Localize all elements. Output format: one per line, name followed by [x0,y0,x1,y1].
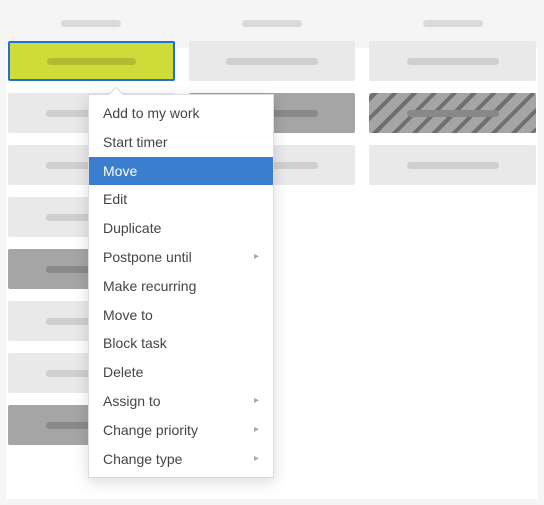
menu-item[interactable]: Change type ▸ [89,445,273,474]
task-card[interactable] [189,41,356,81]
placeholder-bar [423,20,483,27]
task-card[interactable] [369,41,536,81]
placeholder-bar [407,110,499,117]
chevron-right-icon: ▸ [254,453,259,465]
menu-item-label: Assign to [103,393,161,410]
menu-item-label: Move to [103,307,153,324]
placeholder-bar [47,58,136,65]
menu-item[interactable]: Edit [89,185,273,214]
menu-item-label: Add to my work [103,105,199,122]
menu-item-label: Make recurring [103,278,196,295]
menu-item-label: Duplicate [103,220,161,237]
task-card[interactable] [369,145,536,185]
menu-item-label: Move [103,163,137,180]
menu-item-label: Postpone until [103,249,192,266]
menu-item[interactable]: Assign to ▸ [89,387,273,416]
menu-item[interactable]: Duplicate [89,214,273,243]
menu-item[interactable]: Add to my work [89,99,273,128]
column-header [189,10,356,41]
menu-item[interactable]: Change priority ▸ [89,416,273,445]
menu-item[interactable]: Start timer [89,128,273,157]
column-header [8,10,175,41]
chevron-right-icon: ▸ [254,395,259,407]
menu-item[interactable]: Move to [89,301,273,330]
placeholder-bar [226,58,318,65]
placeholder-bar [61,20,121,27]
menu-item-label: Change type [103,451,182,468]
context-menu: Add to my work Start timer Move Edit Duplica… [88,94,274,478]
placeholder-bar [407,162,499,169]
menu-item-label: Start timer [103,134,168,151]
chevron-right-icon: ▸ [254,251,259,263]
placeholder-bar [242,20,302,27]
menu-item-label: Block task [103,335,167,352]
menu-item[interactable]: Make recurring [89,272,273,301]
menu-item-label: Delete [103,364,143,381]
menu-item[interactable]: Move [89,157,273,186]
menu-item[interactable]: Postpone until ▸ [89,243,273,272]
menu-item-label: Change priority [103,422,198,439]
task-card[interactable] [8,41,175,81]
menu-item-label: Edit [103,191,127,208]
menu-item[interactable]: Delete [89,358,273,387]
menu-item[interactable]: Block task [89,329,273,358]
column-header [369,10,536,41]
chevron-right-icon: ▸ [254,424,259,436]
board-column [369,10,536,505]
task-card[interactable] [369,93,536,133]
placeholder-bar [407,58,499,65]
